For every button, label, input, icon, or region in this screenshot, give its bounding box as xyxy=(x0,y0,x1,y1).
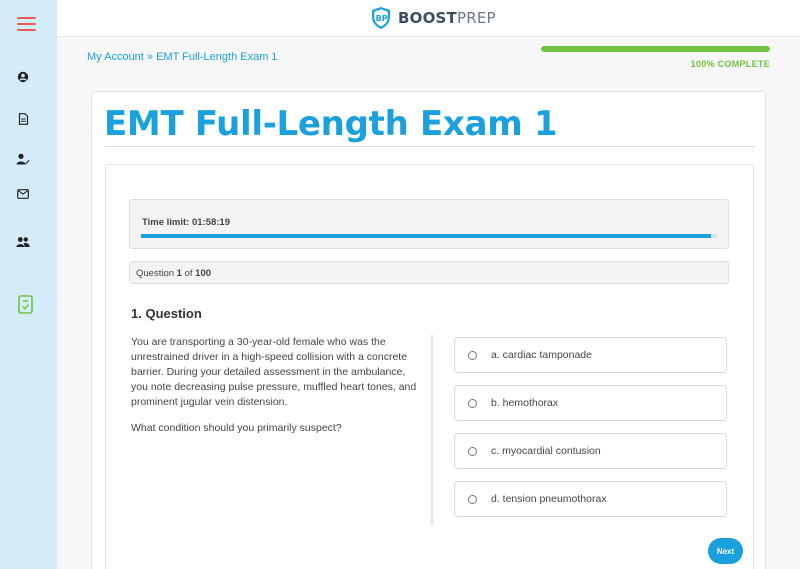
quiz-container: Time limit: 01:58:19 Question 1 of 100 1… xyxy=(105,164,754,569)
question-text: You are transporting a 30-year-old femal… xyxy=(131,335,421,447)
page-title: EMT Full-Length Exam 1 xyxy=(104,104,558,144)
breadcrumb-separator: » xyxy=(143,51,157,63)
timer-fill xyxy=(141,234,712,238)
question-total: 100 xyxy=(195,268,212,279)
radio-button[interactable] xyxy=(468,494,477,504)
exam-icon[interactable] xyxy=(17,294,34,314)
radio-button[interactable] xyxy=(468,446,477,456)
breadcrumb: My Account » EMT Full-Length Exam 1 xyxy=(87,51,278,63)
progress-track xyxy=(541,46,770,52)
answer-option-b[interactable]: b. hemothorax xyxy=(454,385,727,421)
next-button[interactable]: Next xyxy=(708,538,743,564)
question-heading: 1. Question xyxy=(131,306,202,321)
title-divider xyxy=(105,146,755,147)
course-progress: 100% COMPLETE xyxy=(541,46,770,69)
answer-label: c. myocardial contusion xyxy=(491,445,601,457)
brand-logo[interactable]: BP BOOSTPREP xyxy=(370,6,496,30)
answer-label: d. tension pneumothorax xyxy=(491,493,607,505)
answer-option-c[interactable]: c. myocardial contusion xyxy=(454,433,727,469)
document-icon[interactable] xyxy=(16,112,30,126)
sidebar xyxy=(0,0,57,569)
question-prompt: What condition should you primarily susp… xyxy=(131,422,342,434)
exam-card: EMT Full-Length Exam 1 Time limit: 01:58… xyxy=(91,91,766,569)
answer-list: a. cardiac tamponade b. hemothorax c. my… xyxy=(454,337,727,529)
account-icon[interactable] xyxy=(16,70,30,84)
brand-name: BOOSTPREP xyxy=(398,9,496,27)
breadcrumb-my-account[interactable]: My Account xyxy=(87,51,144,63)
timer-track xyxy=(141,234,717,238)
radio-button[interactable] xyxy=(468,350,477,360)
menu-icon[interactable] xyxy=(17,17,36,31)
answer-option-d[interactable]: d. tension pneumothorax xyxy=(454,481,727,517)
question-counter: Question 1 of 100 xyxy=(129,261,729,284)
top-bar: BP BOOSTPREP xyxy=(57,0,800,37)
svg-text:BP: BP xyxy=(376,14,388,23)
answer-option-a[interactable]: a. cardiac tamponade xyxy=(454,337,727,373)
users-icon[interactable] xyxy=(16,235,30,249)
column-divider xyxy=(431,335,433,525)
breadcrumb-current[interactable]: EMT Full-Length Exam 1 xyxy=(156,51,277,63)
timer-box: Time limit: 01:58:19 xyxy=(129,199,729,249)
progress-label: 100% COMPLETE xyxy=(690,59,770,69)
mail-icon[interactable] xyxy=(16,187,30,201)
answer-label: b. hemothorax xyxy=(491,397,559,409)
radio-button[interactable] xyxy=(468,398,477,408)
time-limit-label: Time limit: 01:58:19 xyxy=(142,217,231,228)
progress-fill xyxy=(541,46,770,52)
question-scenario: You are transporting a 30-year-old femal… xyxy=(131,336,417,408)
user-edit-icon[interactable] xyxy=(16,152,30,166)
answer-label: a. cardiac tamponade xyxy=(491,349,592,361)
logo-icon: BP xyxy=(372,7,390,29)
